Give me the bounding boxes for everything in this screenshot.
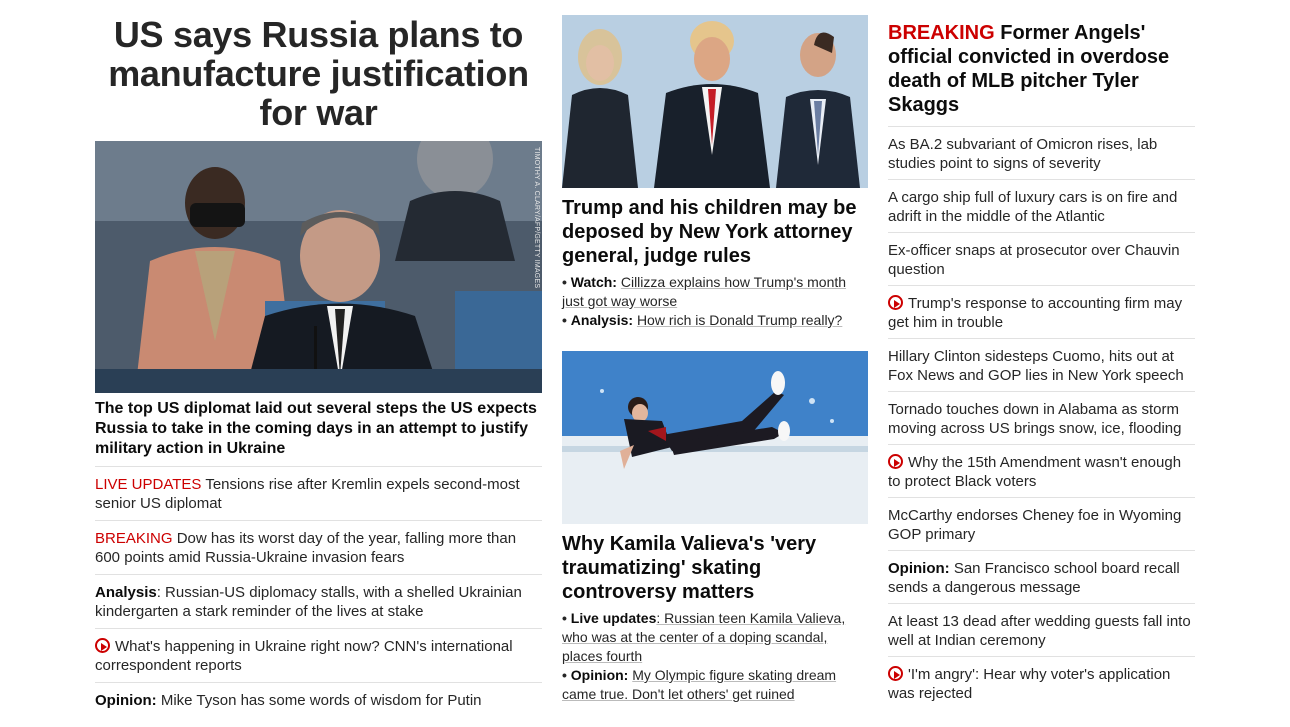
valieva-story-title[interactable]: Why Kamila Valieva's 'very traumatizing'…	[562, 524, 868, 604]
lead-description[interactable]: The top US diplomat laid out several ste…	[95, 393, 542, 467]
valieva-related-list: • Live updates: Russian teen Kamila Vali…	[562, 604, 868, 704]
lead-image[interactable]: TIMOTHY A. CLARY/AFP/GETTY IMAGES	[95, 141, 542, 393]
bullet: •	[562, 274, 567, 290]
list-item[interactable]: Trump's response to accounting firm may …	[888, 286, 1195, 339]
list-item-text: Hillary Clinton sidesteps Cuomo, hits ou…	[888, 348, 1184, 384]
trump-family-image[interactable]	[562, 15, 868, 188]
list-item-text: At least 13 dead after wedding guests fa…	[888, 613, 1191, 649]
trump-related-list: • Watch: Cillizza explains how Trump's m…	[562, 268, 868, 330]
list-item-text: Why the 15th Amendment wasn't enough to …	[888, 454, 1182, 490]
play-circle-icon	[888, 454, 903, 469]
list-item-text: McCarthy endorses Cheney foe in Wyoming …	[888, 507, 1182, 543]
list-item[interactable]: Why the 15th Amendment wasn't enough to …	[888, 445, 1195, 498]
lead-column: US says Russia plans to manufacture just…	[95, 0, 542, 717]
related-link[interactable]: • Live updates: Russian teen Kamila Vali…	[562, 609, 868, 666]
list-item[interactable]: A cargo ship full of luxury cars is on f…	[888, 180, 1195, 233]
bullet: •	[562, 667, 567, 683]
list-item[interactable]: What's happening in Ukraine right now? C…	[95, 629, 542, 683]
breaking-headline[interactable]: BREAKING Former Angels' official convict…	[888, 0, 1195, 127]
related-link-text[interactable]: How rich is Donald Trump really?	[637, 312, 842, 328]
lead-related-list: LIVE UPDATES Tensions rise after Kremlin…	[95, 467, 542, 717]
lead-headline[interactable]: US says Russia plans to manufacture just…	[95, 0, 542, 141]
play-circle-icon	[888, 295, 903, 310]
play-circle-icon	[888, 666, 903, 681]
related-link[interactable]: • Opinion: My Olympic figure skating dre…	[562, 666, 868, 704]
analysis-label: Analysis	[95, 584, 157, 601]
play-circle-icon	[95, 638, 110, 653]
analysis-label: Analysis:	[570, 312, 634, 328]
headline-list: As BA.2 subvariant of Omicron rises, lab…	[888, 127, 1195, 709]
opinion-label: Opinion:	[95, 692, 157, 709]
breaking-label: BREAKING	[95, 530, 173, 547]
list-item-text: 'I'm angry': Hear why voter's applicatio…	[888, 666, 1171, 702]
list-item-text: Ex-officer snaps at prosecutor over Chau…	[888, 242, 1180, 278]
list-item-text: Trump's response to accounting firm may …	[888, 295, 1183, 331]
list-item[interactable]: At least 13 dead after wedding guests fa…	[888, 604, 1195, 657]
list-item-text: Mike Tyson has some words of wisdom for …	[156, 692, 482, 709]
live-updates-label: Live updates	[570, 610, 657, 626]
list-item[interactable]: 'I'm angry': Hear why voter's applicatio…	[888, 657, 1195, 709]
list-item[interactable]: Analysis: Russian-US diplomacy stalls, w…	[95, 575, 542, 629]
middle-column: Trump and his children may be deposed by…	[562, 0, 868, 702]
bullet: •	[562, 610, 567, 626]
related-link[interactable]: • Watch: Cillizza explains how Trump's m…	[562, 273, 868, 311]
breaking-label: BREAKING	[888, 22, 995, 44]
trump-story-title[interactable]: Trump and his children may be deposed by…	[562, 188, 868, 268]
list-item[interactable]: LIVE UPDATES Tensions rise after Kremlin…	[95, 467, 542, 521]
list-item[interactable]: Tornado touches down in Alabama as storm…	[888, 392, 1195, 445]
list-item[interactable]: Opinion: San Francisco school board reca…	[888, 551, 1195, 604]
list-item[interactable]: BREAKING Dow has its worst day of the ye…	[95, 521, 542, 575]
skater-photo-illustration	[562, 351, 868, 524]
list-item[interactable]: Hillary Clinton sidesteps Cuomo, hits ou…	[888, 339, 1195, 392]
story-card-trump: Trump and his children may be deposed by…	[562, 15, 868, 330]
opinion-label: Opinion:	[570, 667, 629, 683]
trump-family-photo-illustration	[562, 15, 868, 188]
list-item[interactable]: McCarthy endorses Cheney foe in Wyoming …	[888, 498, 1195, 551]
list-item[interactable]: Opinion: Mike Tyson has some words of wi…	[95, 683, 542, 717]
list-item-text: As BA.2 subvariant of Omicron rises, lab…	[888, 136, 1158, 172]
photo-credit: TIMOTHY A. CLARY/AFP/GETTY IMAGES	[533, 147, 540, 289]
list-item-text: : Russian-US diplomacy stalls, with a sh…	[95, 584, 522, 620]
bullet: •	[562, 312, 567, 328]
watch-label: Watch:	[570, 274, 617, 290]
list-item[interactable]: As BA.2 subvariant of Omicron rises, lab…	[888, 127, 1195, 180]
list-item-text: A cargo ship full of luxury cars is on f…	[888, 189, 1178, 225]
list-item-text: What's happening in Ukraine right now? C…	[95, 638, 513, 674]
list-item[interactable]: Ex-officer snaps at prosecutor over Chau…	[888, 233, 1195, 286]
diplomat-photo-illustration	[95, 141, 542, 393]
list-item-text: Tornado touches down in Alabama as storm…	[888, 401, 1182, 437]
headlines-column: BREAKING Former Angels' official convict…	[888, 0, 1195, 709]
story-card-valieva: Why Kamila Valieva's 'very traumatizing'…	[562, 351, 868, 704]
opinion-label: Opinion:	[888, 560, 950, 577]
live-updates-label: LIVE UPDATES	[95, 476, 202, 493]
related-link[interactable]: • Analysis: How rich is Donald Trump rea…	[562, 311, 868, 330]
valieva-image[interactable]	[562, 351, 868, 524]
